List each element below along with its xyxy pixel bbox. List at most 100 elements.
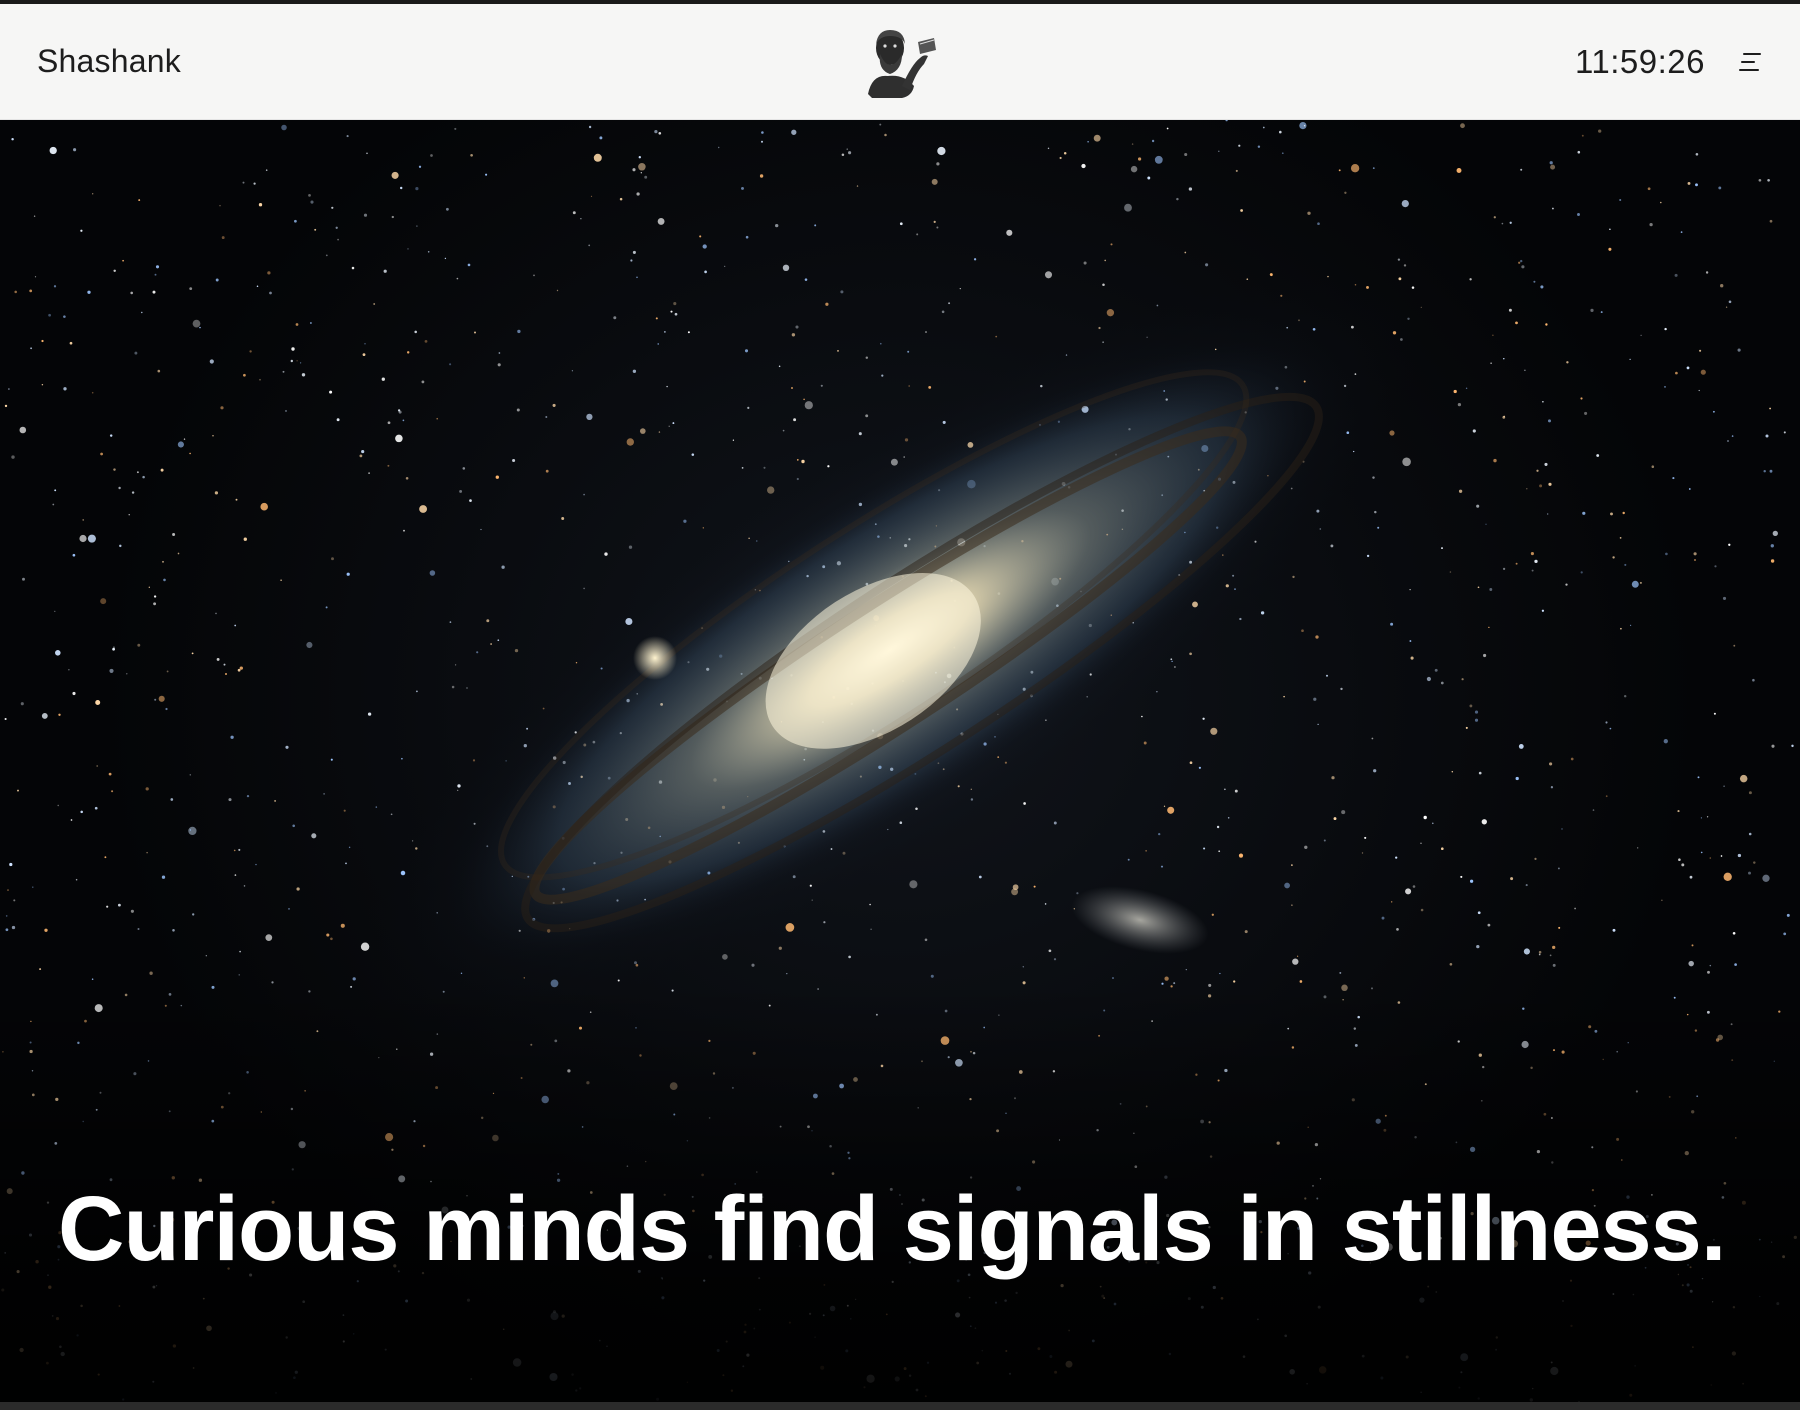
star [1534,857,1537,861]
star [1141,715,1143,718]
star [687,331,690,334]
star [100,452,103,456]
philosopher-bust-logo-icon[interactable] [858,24,942,100]
star [153,602,157,606]
star [1216,825,1220,829]
star [1104,259,1107,262]
star [1605,721,1608,724]
star [109,668,114,673]
star [1508,308,1512,312]
star [759,174,764,178]
star [1022,966,1024,968]
star [1409,640,1412,642]
star [1542,401,1544,403]
star [590,195,593,198]
star [91,391,94,394]
star [775,223,779,228]
star [1227,817,1230,819]
star [747,406,750,409]
star [309,322,312,324]
star [402,419,405,422]
star [1534,559,1538,564]
star [57,804,59,807]
star [1518,743,1524,749]
star [177,441,184,448]
star [1234,789,1238,793]
star [1440,847,1444,851]
star [1737,853,1742,858]
star [840,290,844,294]
star [1723,872,1732,881]
star [1688,488,1691,490]
star [1044,271,1053,279]
brand-name[interactable]: Shashank [37,43,181,80]
star [1059,156,1062,160]
star [1737,348,1741,352]
star [1734,963,1737,966]
star [674,312,678,316]
star [786,972,788,975]
star [1691,944,1694,947]
star [717,146,720,149]
star [72,691,76,696]
star [702,527,704,529]
star [1023,802,1026,805]
star [326,933,330,937]
star [80,229,83,232]
star [149,971,153,975]
star [106,905,109,908]
star [1665,552,1668,556]
star [1262,126,1265,129]
star [1748,871,1751,875]
star [639,428,646,434]
star [1063,151,1067,155]
star [1791,744,1794,748]
star [654,129,658,134]
star [30,347,33,350]
star [1403,264,1407,267]
star [1211,913,1214,916]
star [160,468,164,472]
star [1279,130,1282,134]
star [1762,874,1770,882]
star [1457,402,1462,407]
star [657,343,659,345]
star [1390,622,1394,626]
star [391,171,399,179]
star [1549,954,1552,957]
star [1664,385,1666,388]
star [1539,484,1543,488]
star [1598,129,1602,133]
star [1619,537,1622,539]
star [69,341,73,345]
star [1672,477,1675,480]
star [778,365,781,368]
star [1612,928,1616,932]
star [239,666,243,670]
star [1574,907,1576,910]
star [172,929,175,932]
star [118,486,121,490]
star [1317,723,1319,726]
star [1550,164,1556,170]
star [1549,161,1553,165]
star [285,745,289,749]
star [580,218,582,220]
star [1753,861,1756,864]
star [1769,469,1773,473]
menu-lines-icon[interactable] [1733,47,1763,77]
star [796,459,799,461]
star [94,806,98,810]
star [1281,152,1284,155]
star [1420,908,1424,912]
star [1783,932,1787,936]
star [95,700,101,705]
star [1487,923,1491,927]
star [172,533,176,536]
star [1525,884,1528,887]
star [364,343,366,345]
star [170,798,174,801]
star [1510,877,1514,881]
star [1409,588,1411,591]
star [1700,851,1703,854]
